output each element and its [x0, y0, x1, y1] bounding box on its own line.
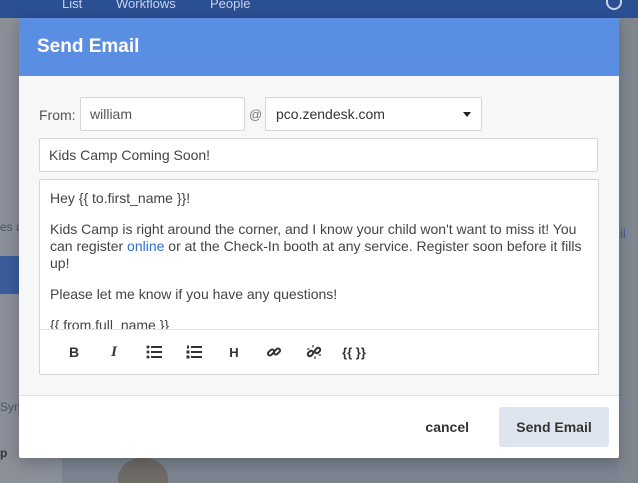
send-email-button[interactable]: Send Email — [499, 407, 609, 447]
subject-field[interactable] — [39, 138, 598, 172]
at-sign: @ — [249, 107, 263, 122]
caret-down-icon — [463, 111, 471, 117]
unlink-button[interactable] — [294, 337, 334, 367]
right-panel — [619, 18, 638, 483]
bullet-list-icon — [146, 345, 162, 359]
nav-people: People — [210, 0, 251, 11]
sidebar-active-item — [0, 256, 19, 294]
numbered-list-icon — [186, 345, 202, 359]
nav-lists: List — [62, 0, 83, 11]
editor-content[interactable]: Hey {{ to.first_name }}! Kids Camp is ri… — [40, 180, 598, 330]
body-paragraph: Please let me know if you have any quest… — [50, 286, 338, 302]
sidebar-text: p — [0, 446, 8, 460]
variables-button[interactable]: {{ }} — [334, 337, 374, 367]
from-label: From: — [39, 107, 76, 123]
editor-toolbar: B I H {{ }} — [40, 329, 598, 374]
app-topbar — [0, 0, 638, 18]
avatar — [118, 458, 168, 483]
modal-body: From: @ pco.zendesk.com Hey {{ to.first_… — [19, 76, 619, 396]
numbered-list-button[interactable] — [174, 337, 214, 367]
bullet-list-button[interactable] — [134, 337, 174, 367]
bold-button[interactable]: B — [54, 337, 94, 367]
email-body-editor[interactable]: Hey {{ to.first_name }}! Kids Camp is ri… — [39, 179, 599, 375]
italic-button[interactable]: I — [94, 337, 134, 367]
domain-select[interactable]: pco.zendesk.com — [265, 97, 482, 131]
modal-footer: cancel Send Email — [19, 396, 619, 458]
right-panel-link: il — [620, 226, 626, 241]
send-email-modal: Send Email From: @ pco.zendesk.com Hey {… — [19, 18, 619, 458]
online-link[interactable]: online — [127, 238, 164, 254]
link-icon — [266, 347, 282, 357]
heading-button[interactable]: H — [214, 337, 254, 367]
unlink-icon — [306, 345, 322, 359]
body-greeting: Hey {{ to.first_name }}! — [50, 190, 191, 206]
from-field[interactable] — [80, 97, 245, 131]
body-paragraph: Kids Camp is right around the corner, an… — [50, 221, 588, 272]
modal-title: Send Email — [37, 36, 140, 57]
link-button[interactable] — [254, 337, 294, 367]
domain-value: pco.zendesk.com — [276, 106, 385, 122]
modal-header: Send Email — [19, 18, 619, 76]
nav-workflows: Workflows — [116, 0, 176, 11]
cancel-button[interactable]: cancel — [425, 419, 469, 435]
